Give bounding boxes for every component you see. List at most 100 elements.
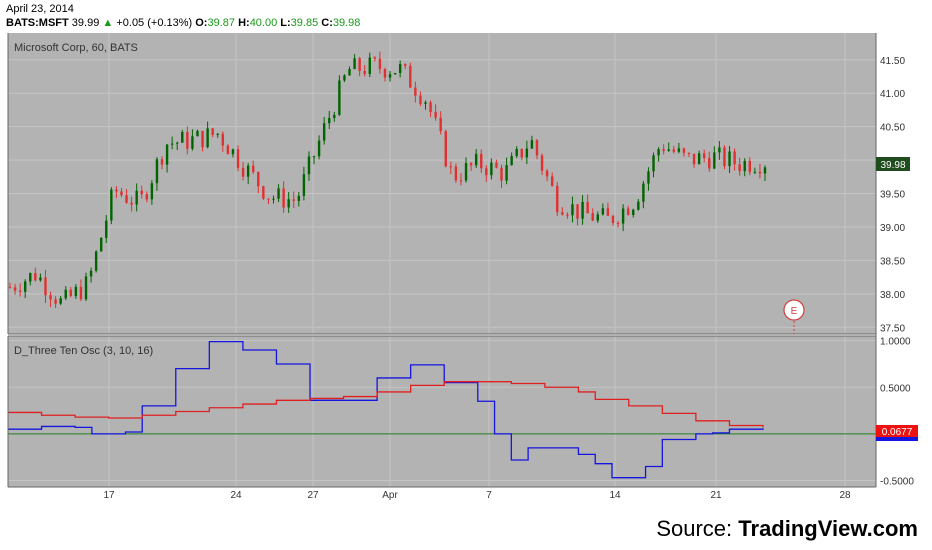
candle-body [155, 159, 159, 184]
candle-body [170, 143, 174, 145]
last-price-tag: 39.98 [876, 157, 910, 171]
candle-body [424, 102, 427, 104]
candle-body [135, 190, 138, 205]
candle-body [54, 299, 57, 304]
chart-canvas[interactable]: 172427Apr714212841.5041.0040.5040.0039.5… [0, 0, 932, 510]
candle-body [221, 133, 225, 146]
candle-body [241, 167, 245, 177]
candle-body [469, 163, 473, 166]
candle-body [312, 156, 316, 158]
candle-body [211, 128, 214, 135]
candle-body [257, 172, 260, 187]
candle-body [505, 165, 508, 181]
candle-body [277, 188, 280, 199]
candle-body [525, 148, 529, 158]
candle-body [363, 70, 366, 74]
candle-body [439, 117, 442, 132]
candle-body [611, 215, 615, 224]
candle-body [201, 130, 204, 148]
candle-body [616, 223, 620, 225]
candle-body [485, 168, 488, 176]
candle-body [753, 171, 757, 173]
candle-body [748, 160, 751, 173]
candle-body [697, 153, 701, 165]
candle-body [657, 149, 660, 156]
candle-body [226, 145, 230, 155]
candle-body [637, 201, 640, 210]
candle-body [495, 162, 498, 168]
candle-body [69, 289, 73, 297]
oscillator-value-tag: 0.0677 [876, 425, 918, 441]
source-credit: Source: TradingView.com [656, 516, 918, 542]
candle-body [713, 152, 716, 169]
price-tick-label: 41.00 [880, 89, 905, 100]
candle-body [317, 140, 321, 157]
candle-body [652, 155, 655, 172]
candle-body [89, 270, 93, 277]
candle-body [540, 155, 544, 171]
candle-body [236, 149, 240, 168]
candle-body [181, 132, 184, 143]
candle-body [84, 276, 88, 300]
candle-body [409, 65, 412, 88]
source-prefix: Source: [656, 516, 733, 541]
x-tick-label: 24 [230, 490, 242, 501]
candle-body [216, 133, 219, 135]
candle-body [64, 289, 67, 299]
price-tick-label: 37.50 [880, 323, 905, 334]
candle-body [393, 73, 397, 75]
candle-body [267, 198, 270, 200]
price-pane-title: Microsoft Corp, 60, BATS [14, 42, 138, 54]
candle-body [338, 80, 341, 115]
candle-body [474, 153, 478, 166]
candle-body [165, 144, 169, 165]
candle-body [586, 201, 589, 214]
candle-body [480, 153, 483, 169]
candle-body [404, 64, 407, 66]
candle-body [13, 287, 17, 291]
candle-body [24, 281, 27, 292]
candle-body [763, 167, 767, 174]
candle-body [576, 204, 579, 219]
candle-body [738, 164, 741, 172]
candle-body [105, 220, 108, 238]
candle-body [125, 195, 128, 203]
candle-body [49, 295, 52, 300]
x-tick-label: 28 [839, 490, 851, 501]
candle-body [647, 171, 650, 184]
candle-body [206, 128, 209, 148]
candle-body [566, 214, 569, 216]
candle-body [343, 75, 346, 81]
candle-body [606, 208, 610, 216]
x-tick-label: 21 [710, 490, 722, 501]
candle-body [601, 208, 605, 215]
candle-body [561, 212, 564, 215]
candle-body [115, 189, 118, 192]
candle-body [8, 287, 12, 289]
candle-body [272, 198, 275, 200]
oscillator-tick-label: -0.5000 [880, 476, 914, 487]
candle-body [626, 208, 630, 215]
candle-body [292, 199, 295, 201]
candle-body [500, 167, 503, 181]
oscillator-pane-background [8, 336, 876, 487]
candle-body [419, 95, 422, 104]
candle-body [358, 58, 361, 71]
candle-body [196, 130, 199, 137]
candle-body [581, 201, 584, 219]
candle-body [18, 290, 22, 292]
candle-body [454, 166, 458, 181]
price-tick-label: 39.50 [880, 190, 905, 201]
candle-body [302, 174, 306, 196]
candle-body [282, 188, 285, 208]
candle-body [110, 189, 113, 221]
x-tick-label: 14 [609, 490, 621, 501]
candle-body [642, 183, 645, 202]
candle-body [733, 151, 736, 165]
candle-body [672, 149, 675, 152]
candle-body [333, 114, 336, 119]
price-tick-label: 38.00 [880, 290, 905, 301]
last-price-tag-label: 39.98 [880, 160, 905, 171]
candle-body [262, 186, 265, 199]
candle-body [246, 165, 250, 177]
